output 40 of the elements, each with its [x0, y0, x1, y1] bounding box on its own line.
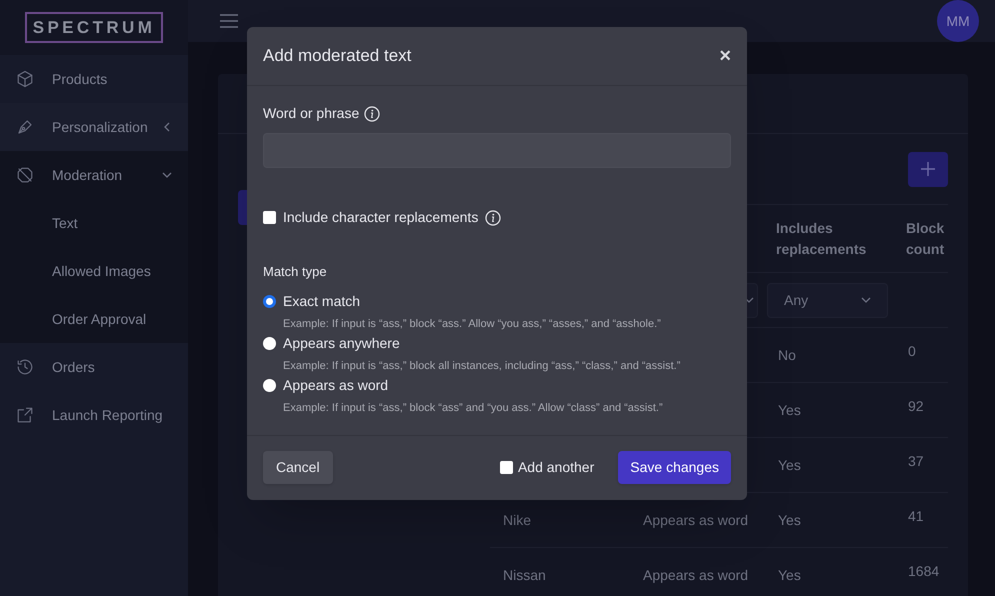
table-cell-text: 41 — [908, 507, 924, 526]
filter-select[interactable]: Any — [767, 282, 888, 318]
table-cell-text: Yes — [778, 566, 801, 584]
option-example: Example: If input is “ass,” block “ass.” Allow “you ass,” “asses,” and “asshole.” — [283, 316, 662, 332]
table-cell-text: 37 — [908, 452, 924, 471]
sidebar-subitem[interactable]: Text — [0, 199, 188, 247]
field-label: Word or phrase — [263, 104, 360, 123]
close-button[interactable]: × — [719, 46, 731, 66]
modal-title: Add moderated text — [263, 45, 412, 68]
logo[interactable]: SPECTRUM — [24, 12, 164, 44]
column-header: Includes replacements — [776, 220, 866, 256]
sidebar-item[interactable]: Orders — [0, 343, 188, 391]
table-cell-text: 1684 — [908, 562, 940, 581]
table-cell-text: Appears as word — [643, 510, 748, 530]
sidebar-item[interactable]: Products — [0, 55, 188, 103]
sidebar-subitem[interactable]: Allowed Images — [0, 247, 188, 295]
column-header: Block count — [906, 220, 944, 256]
table-cell-text: No — [778, 346, 796, 364]
checkbox-label: Include character replacements — [283, 208, 478, 227]
save-button[interactable]: Save changes — [618, 451, 731, 484]
table-cell-text: Yes — [778, 456, 801, 474]
sidebar-item[interactable]: Moderation — [0, 151, 188, 199]
radio-label: Exact match — [283, 292, 360, 310]
table-cell-text: Appears as word — [643, 566, 748, 585]
radio-label: Appears anywhere — [283, 334, 400, 353]
avatar[interactable]: MM — [937, 0, 979, 42]
radio-label: Appears as word — [283, 376, 388, 395]
table-cell-text: 92 — [908, 397, 924, 416]
section-label: Match type — [263, 263, 328, 281]
option-example: Example: If input is “ass,” block “ass” and “you ass.” Allow “class” and “assist.” — [283, 400, 664, 416]
table-cell-text: Yes — [778, 510, 801, 530]
cancel-button[interactable]: Cancel — [263, 451, 333, 484]
checkbox-label: Add another — [518, 458, 594, 477]
table-cell-text: Nike — [503, 510, 532, 530]
sidebar-item[interactable]: Launch Reporting — [0, 391, 188, 439]
sidebar-subitem[interactable]: Order Approval — [0, 295, 188, 343]
table-cell-text: Nissan — [503, 566, 546, 584]
table-cell-text: 0 — [908, 342, 916, 361]
option-example: Example: If input is “ass,” block all instances, including “ass,” “class,” and “assist.” — [283, 358, 682, 374]
table-cell-text: Yes — [778, 400, 801, 420]
